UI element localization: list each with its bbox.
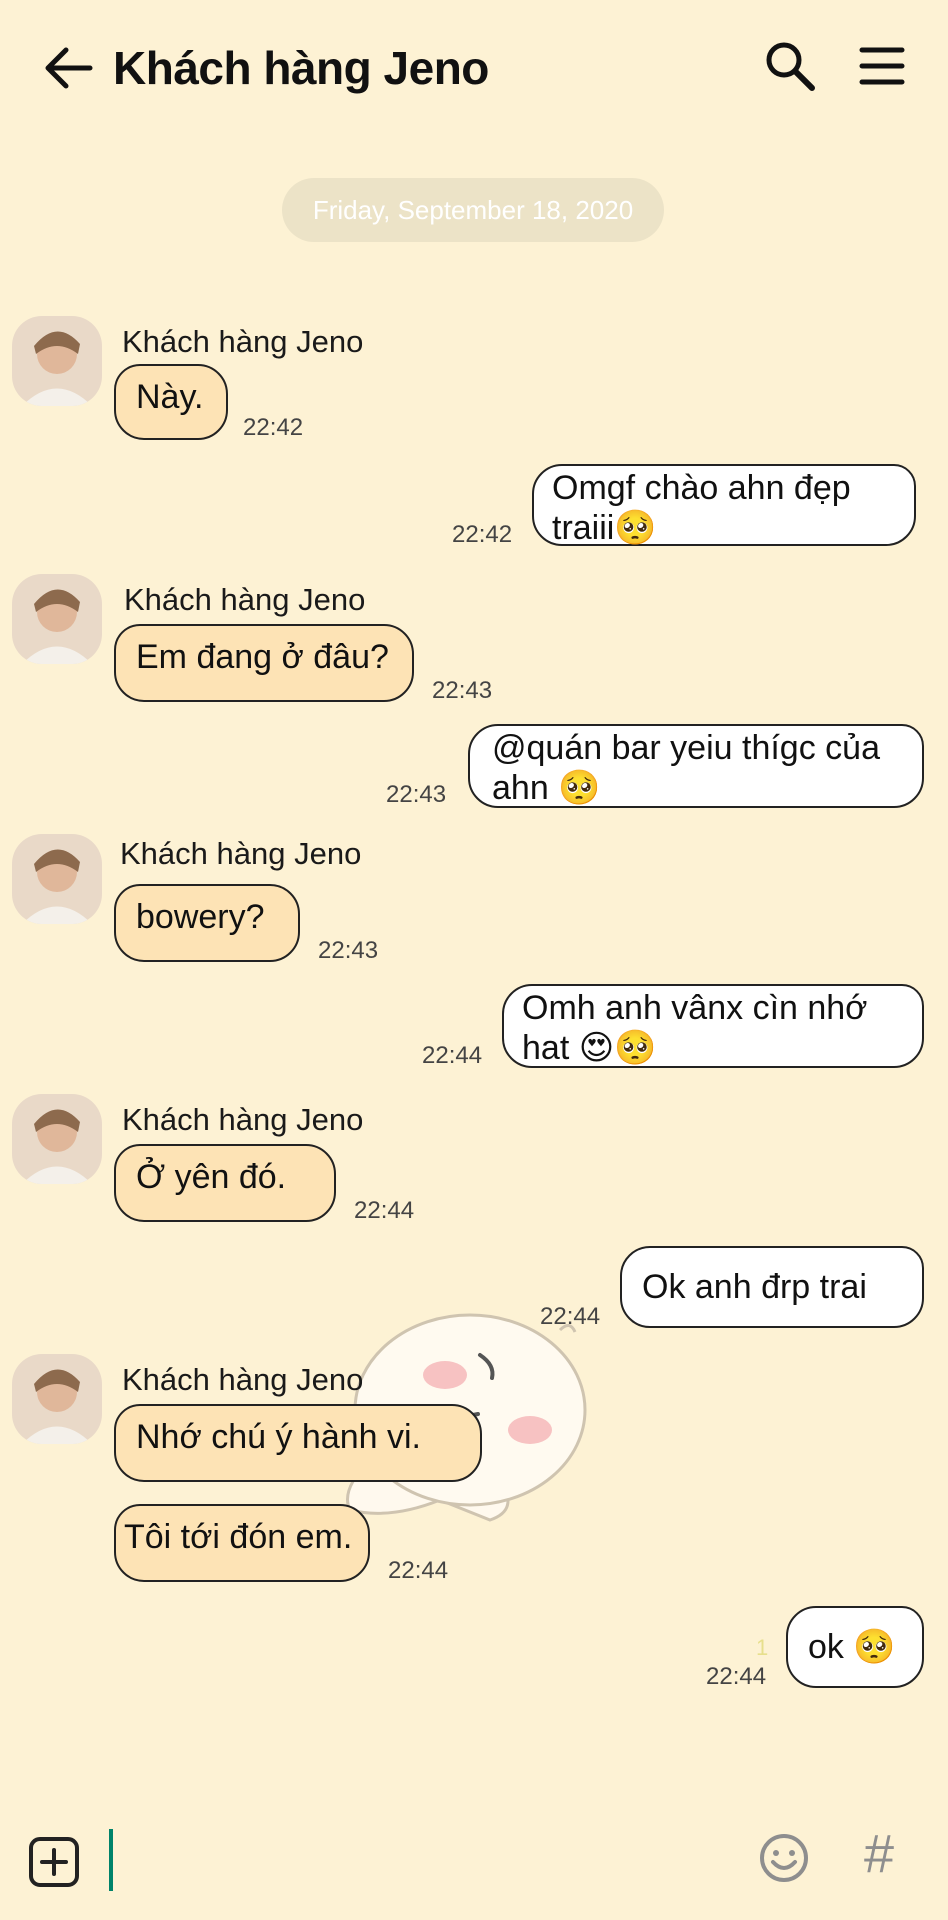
message-time: 22:43 — [432, 677, 493, 704]
message-bubble[interactable]: Ok anh đrp trai — [620, 1246, 924, 1328]
message-bubble[interactable]: Tôi tới đón em. — [114, 1504, 370, 1582]
sender-name: Khách hàng Jeno — [120, 836, 362, 871]
message-bubble[interactable]: ok 🥺 — [786, 1606, 924, 1688]
chat-header: Khách hàng Jeno — [0, 0, 948, 140]
message-time: 22:42 — [452, 521, 513, 548]
message-time: 22:44 — [706, 1663, 767, 1690]
sender-name: Khách hàng Jeno — [122, 1362, 364, 1397]
read-count: 1 — [756, 1635, 769, 1660]
message-time: 22:44 — [422, 1042, 483, 1069]
sender-name: Khách hàng Jeno — [124, 582, 366, 617]
message-time: 22:44 — [388, 1557, 449, 1584]
date-separator: Friday, September 18, 2020 — [282, 178, 664, 242]
message-input[interactable] — [109, 1829, 113, 1891]
message-time: 22:43 — [386, 781, 447, 808]
avatar[interactable] — [12, 834, 102, 924]
message-time: 22:43 — [318, 937, 379, 964]
message-bubble[interactable]: bowery? — [114, 884, 300, 962]
message-time: 22:42 — [243, 414, 304, 441]
message-bubble[interactable]: Em đang ở đâu? — [114, 624, 414, 702]
message-bubble[interactable]: Omgf chào ahn đẹp traiii🥺 — [532, 464, 916, 547]
plus-square-icon[interactable] — [28, 1836, 80, 1888]
sender-name: Khách hàng Jeno — [122, 324, 364, 359]
avatar[interactable] — [12, 1354, 102, 1444]
avatar[interactable] — [12, 1094, 102, 1184]
sender-name: Khách hàng Jeno — [122, 1102, 364, 1137]
message-bubble[interactable]: Omh anh vânx cìn nhớ hat 😍🥺 — [502, 984, 924, 1068]
chat-title: Khách hàng Jeno — [113, 42, 489, 94]
message-bubble[interactable]: Ở yên đó. — [114, 1144, 336, 1222]
avatar[interactable] — [12, 574, 102, 664]
hashtag-icon[interactable]: # — [864, 1822, 894, 1886]
back-arrow-icon[interactable] — [40, 40, 96, 96]
emoji-icon[interactable] — [758, 1832, 810, 1884]
message-bubble[interactable]: Này. — [114, 364, 228, 440]
message-time: 22:44 — [540, 1303, 601, 1330]
message-time: 22:44 — [354, 1197, 415, 1224]
search-icon[interactable] — [762, 38, 818, 94]
message-bubble[interactable]: Nhớ chú ý hành vi. — [114, 1404, 482, 1482]
message-bubble[interactable]: @quán bar yeiu thígc của ahn 🥺 — [468, 724, 924, 808]
avatar[interactable] — [12, 316, 102, 406]
menu-icon[interactable] — [858, 42, 906, 90]
